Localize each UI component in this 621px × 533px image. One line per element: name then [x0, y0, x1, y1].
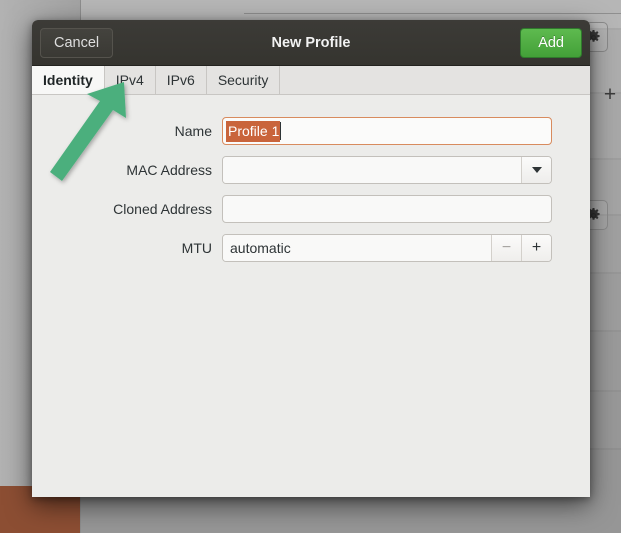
mtu-value[interactable]: automatic: [223, 235, 491, 261]
name-input-value: Profile 1: [226, 120, 281, 142]
mtu-field-wrap: automatic − +: [222, 234, 552, 262]
row-cloned-address: Cloned Address: [32, 195, 590, 223]
row-mtu: MTU automatic − +: [32, 234, 590, 262]
dialog-tabbar: Identity IPv4 IPv6 Security: [32, 66, 590, 95]
dialog-titlebar: Cancel New Profile Add: [32, 20, 590, 66]
name-input[interactable]: Profile 1: [222, 117, 552, 145]
row-mac-address: MAC Address: [32, 156, 590, 184]
mtu-spinner[interactable]: automatic − +: [222, 234, 552, 262]
background-top-divider: [244, 13, 621, 14]
mtu-label: MTU: [181, 240, 212, 256]
mac-address-field-wrap: [222, 156, 552, 184]
mac-address-label: MAC Address: [126, 162, 212, 178]
cloned-address-input[interactable]: [222, 195, 552, 223]
mac-address-combobox[interactable]: [222, 156, 552, 184]
mac-address-input[interactable]: [223, 157, 521, 183]
row-name: Name Profile 1: [32, 117, 590, 145]
identity-tab-panel: Name Profile 1 MAC Address Cloned Addres…: [32, 95, 590, 496]
cloned-address-field-wrap: [222, 195, 552, 223]
chevron-down-icon: [531, 167, 542, 173]
screen-root: + Cancel New Profile Add Identity IPv4 I…: [0, 0, 621, 533]
name-field-wrap: Profile 1: [222, 117, 552, 145]
cloned-address-label: Cloned Address: [113, 201, 212, 217]
name-label: Name: [174, 123, 212, 139]
mtu-decrement-button[interactable]: −: [491, 235, 521, 261]
tab-ipv4[interactable]: IPv4: [104, 66, 156, 94]
dialog-title: New Profile: [271, 34, 351, 51]
tab-ipv6[interactable]: IPv6: [155, 66, 207, 94]
add-button[interactable]: Add: [520, 27, 582, 58]
background-add-button[interactable]: +: [601, 84, 619, 105]
text-caret: [280, 122, 282, 140]
tab-identity[interactable]: Identity: [32, 66, 105, 94]
tab-security[interactable]: Security: [206, 66, 281, 94]
tabbar-filler: [280, 66, 590, 94]
cancel-button[interactable]: Cancel: [40, 27, 114, 58]
new-profile-dialog: Cancel New Profile Add Identity IPv4 IPv…: [32, 20, 590, 497]
mtu-increment-button[interactable]: +: [521, 235, 551, 261]
mac-address-dropdown-button[interactable]: [521, 157, 551, 183]
